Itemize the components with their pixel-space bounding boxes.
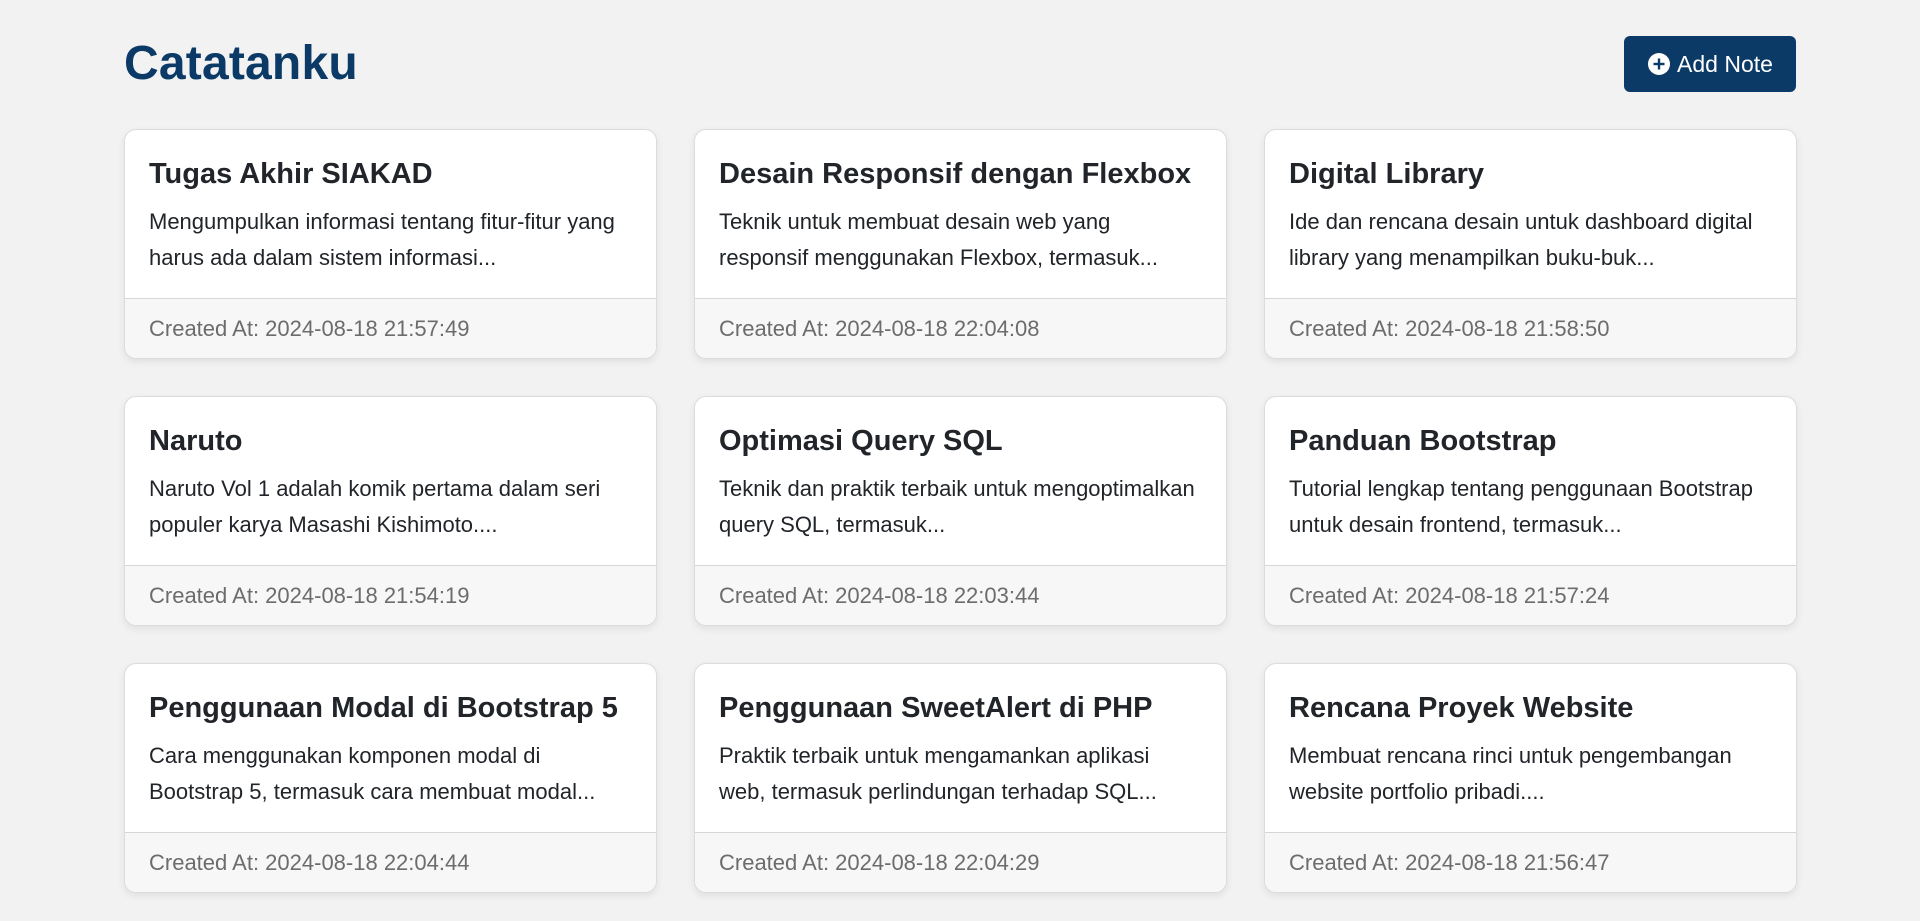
note-card-body: Digital Library Ide dan rencana desain u…	[1265, 130, 1796, 298]
note-title: Rencana Proyek Website	[1289, 692, 1634, 724]
note-card[interactable]: Tugas Akhir SIAKAD Mengumpulkan informas…	[124, 129, 657, 359]
note-created-at: Created At: 2024-08-18 21:58:50	[1265, 298, 1796, 358]
note-created-at: Created At: 2024-08-18 21:57:49	[125, 298, 656, 358]
note-created-at: Created At: 2024-08-18 22:04:44	[125, 832, 656, 892]
note-excerpt: Teknik dan praktik terbaik untuk mengopt…	[719, 476, 1195, 537]
note-card-body: Naruto Naruto Vol 1 adalah komik pertama…	[125, 397, 656, 565]
note-card-body: Penggunaan SweetAlert di PHP Praktik ter…	[695, 664, 1226, 832]
note-card[interactable]: Optimasi Query SQL Teknik dan praktik te…	[694, 396, 1227, 626]
plus-circle-icon	[1647, 52, 1671, 76]
note-card[interactable]: Panduan Bootstrap Tutorial lengkap tenta…	[1264, 396, 1797, 626]
note-title: Tugas Akhir SIAKAD	[149, 158, 433, 190]
note-excerpt: Tutorial lengkap tentang penggunaan Boot…	[1289, 476, 1753, 537]
note-created-at: Created At: 2024-08-18 21:54:19	[125, 565, 656, 625]
notes-grid: Tugas Akhir SIAKAD Mengumpulkan informas…	[124, 129, 1797, 893]
note-title: Penggunaan Modal di Bootstrap 5	[149, 692, 618, 724]
note-card[interactable]: Digital Library Ide dan rencana desain u…	[1264, 129, 1797, 359]
page-title: Catatanku	[124, 37, 358, 90]
note-card[interactable]: Penggunaan SweetAlert di PHP Praktik ter…	[694, 663, 1227, 893]
note-excerpt: Membuat rencana rinci untuk pengembangan…	[1289, 743, 1732, 804]
note-title: Digital Library	[1289, 158, 1484, 190]
note-title: Optimasi Query SQL	[719, 425, 1003, 457]
note-excerpt: Cara menggunakan komponen modal di Boots…	[149, 743, 596, 804]
note-card-body: Rencana Proyek Website Membuat rencana r…	[1265, 664, 1796, 832]
note-excerpt: Teknik untuk membuat desain web yang res…	[719, 209, 1159, 270]
note-created-at: Created At: 2024-08-18 22:03:44	[695, 565, 1226, 625]
note-card[interactable]: Penggunaan Modal di Bootstrap 5 Cara men…	[124, 663, 657, 893]
note-card-body: Desain Responsif dengan Flexbox Teknik u…	[695, 130, 1226, 298]
note-title: Naruto	[149, 425, 243, 457]
note-excerpt: Ide dan rencana desain untuk dashboard d…	[1289, 209, 1753, 270]
note-created-at: Created At: 2024-08-18 21:57:24	[1265, 565, 1796, 625]
note-card[interactable]: Rencana Proyek Website Membuat rencana r…	[1264, 663, 1797, 893]
note-card-body: Optimasi Query SQL Teknik dan praktik te…	[695, 397, 1226, 565]
note-excerpt: Praktik terbaik untuk mengamankan aplika…	[719, 743, 1157, 804]
note-card[interactable]: Naruto Naruto Vol 1 adalah komik pertama…	[124, 396, 657, 626]
note-excerpt: Naruto Vol 1 adalah komik pertama dalam …	[149, 476, 601, 537]
note-card-body: Tugas Akhir SIAKAD Mengumpulkan informas…	[125, 130, 656, 298]
note-title: Desain Responsif dengan Flexbox	[719, 158, 1192, 190]
note-title: Panduan Bootstrap	[1289, 425, 1557, 457]
note-created-at: Created At: 2024-08-18 21:56:47	[1265, 832, 1796, 892]
note-created-at: Created At: 2024-08-18 22:04:29	[695, 832, 1226, 892]
note-excerpt: Mengumpulkan informasi tentang fitur-fit…	[149, 209, 615, 270]
add-note-label: Add Note	[1677, 50, 1773, 77]
main-container: Catatanku Add Note Tugas Akhir SIAKAD Me…	[124, 0, 1797, 893]
note-title: Penggunaan SweetAlert di PHP	[719, 692, 1153, 724]
page-header: Catatanku Add Note	[124, 0, 1796, 129]
note-card-body: Panduan Bootstrap Tutorial lengkap tenta…	[1265, 397, 1796, 565]
add-note-button[interactable]: Add Note	[1624, 36, 1796, 92]
note-created-at: Created At: 2024-08-18 22:04:08	[695, 298, 1226, 358]
note-card[interactable]: Desain Responsif dengan Flexbox Teknik u…	[694, 129, 1227, 359]
note-card-body: Penggunaan Modal di Bootstrap 5 Cara men…	[125, 664, 656, 832]
